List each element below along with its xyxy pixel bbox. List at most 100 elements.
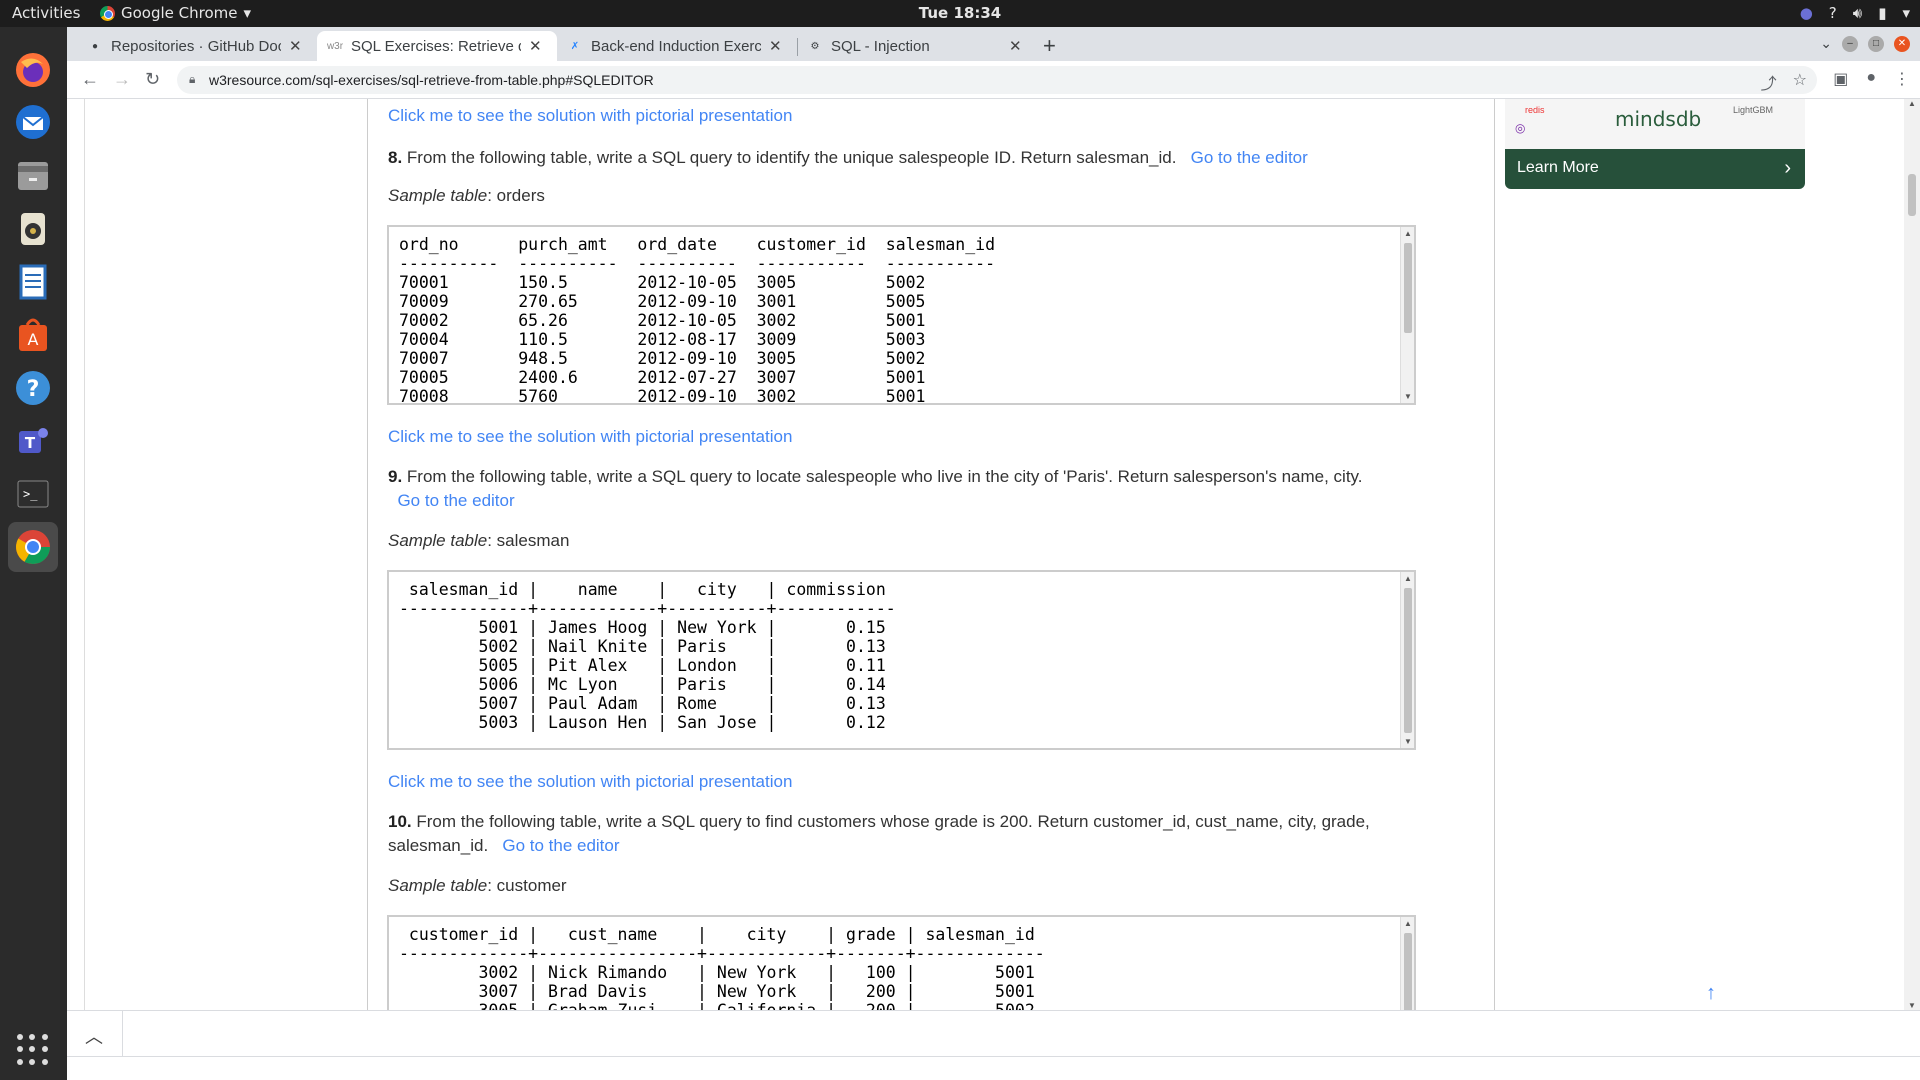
customer-table: customer_id | cust_name | city | grade |… — [399, 925, 1045, 1010]
bottom-divider — [67, 1056, 1920, 1057]
chrome-icon[interactable] — [8, 522, 58, 572]
question-8: 8. From the following table, write a SQL… — [388, 146, 1388, 170]
scroll-up-icon[interactable]: ▲ — [1404, 229, 1412, 238]
question-number: 8. — [388, 148, 403, 167]
new-tab-button[interactable]: + — [1043, 33, 1056, 59]
scroll-thumb[interactable] — [1404, 243, 1412, 333]
tab-sql-exercises[interactable]: w3r SQL Exercises: Retrieve da ✕ — [317, 31, 557, 61]
bottom-separator — [122, 1011, 123, 1056]
writer-icon[interactable] — [8, 257, 58, 307]
profile-avatar-icon[interactable]: ● — [1866, 69, 1876, 89]
volume-icon[interactable]: 🔊︎ — [1853, 4, 1862, 22]
close-window-button[interactable]: ✕ — [1894, 35, 1910, 52]
close-tab-icon[interactable]: ✕ — [1009, 37, 1022, 55]
code-scrollbar[interactable]: ▲ ▼ — [1400, 572, 1414, 748]
sample-label-orders: Sample table: orders — [388, 186, 545, 206]
svg-text:A: A — [28, 330, 39, 349]
help-icon[interactable]: ? — [1829, 4, 1837, 22]
forward-icon[interactable]: → — [113, 69, 131, 90]
close-tab-icon[interactable]: ✕ — [289, 37, 302, 55]
back-to-top-arrow-icon[interactable]: ↑ — [1706, 982, 1716, 1005]
page-viewport: Click me to see the solution with pictor… — [67, 99, 1920, 1010]
tab-github[interactable]: ● Repositories · GitHub Doc ✕ — [77, 31, 317, 61]
scroll-up-icon[interactable]: ▲ — [1908, 99, 1916, 108]
address-bar[interactable]: 🔒︎ w3resource.com/sql-exercises/sql-retr… — [177, 66, 1817, 94]
close-tab-icon[interactable]: ✕ — [529, 37, 542, 55]
teams-icon[interactable]: T — [8, 416, 58, 466]
tab-title: SQL - Injection — [831, 37, 930, 55]
reload-icon[interactable]: ↻ — [145, 69, 160, 90]
clock[interactable]: Tue 18:34 — [919, 4, 1001, 22]
software-center-icon[interactable]: A — [8, 310, 58, 360]
sample-label-customer: Sample table: customer — [388, 876, 567, 896]
scroll-up-icon[interactable]: ▲ — [1404, 919, 1412, 928]
solution-link-7[interactable]: Click me to see the solution with pictor… — [388, 106, 792, 126]
sidebar-ad[interactable]: redis ◎ mindsdb LightGBM Learn More › — [1505, 99, 1805, 189]
scroll-down-icon[interactable]: ▼ — [1404, 392, 1412, 401]
back-icon[interactable]: ← — [81, 69, 99, 90]
solution-link-8[interactable]: Click me to see the solution with pictor… — [388, 427, 792, 447]
chevron-up-icon[interactable]: ︿ — [85, 1023, 103, 1049]
ad-partner-logo: LightGBM — [1733, 105, 1774, 115]
lock-icon[interactable]: 🔒︎ — [189, 72, 195, 87]
menu-kebab-icon[interactable]: ⋮ — [1894, 69, 1910, 89]
tab-title: SQL Exercises: Retrieve da — [351, 37, 521, 55]
learn-more-label: Learn More — [1517, 159, 1599, 176]
firefox-icon[interactable] — [8, 45, 58, 95]
code-scrollbar[interactable]: ▲ — [1400, 917, 1414, 1010]
confluence-icon: ✗ — [570, 40, 580, 52]
tab-sql-injection[interactable]: ⚙ SQL - Injection ✕ — [797, 31, 1037, 61]
redis-logo-icon: redis — [1525, 105, 1545, 115]
sample-label-salesman: Sample table: salesman — [388, 531, 569, 551]
scroll-thumb[interactable] — [1404, 588, 1412, 733]
tab-title: Repositories · GitHub Doc — [111, 37, 281, 55]
question-text: From the following table, write a SQL qu… — [406, 467, 1363, 486]
system-tray[interactable]: ● ? 🔊︎ ▮ ▾ — [1800, 4, 1910, 22]
page-scrollbar[interactable]: ▲ ▼ — [1904, 99, 1920, 1010]
code-scrollbar[interactable]: ▲ ▼ — [1400, 227, 1414, 403]
scroll-thumb[interactable] — [1404, 933, 1412, 1010]
show-applications-icon[interactable] — [17, 1034, 49, 1066]
app-menu[interactable]: Google Chrome ▾ — [100, 4, 251, 22]
customer-table-box: customer_id | cust_name | city | grade |… — [387, 915, 1416, 1010]
editor-link-9[interactable]: Go to the editor — [397, 491, 514, 510]
help-icon[interactable]: ? — [8, 363, 58, 413]
terminal-icon[interactable]: >_ — [8, 469, 58, 519]
rhythmbox-icon[interactable] — [8, 204, 58, 254]
tab-backend-induction[interactable]: ✗ Back-end Induction Exerc ✕ — [557, 31, 797, 61]
svg-text:?: ? — [27, 377, 40, 402]
question-text: From the following table, write a SQL qu… — [406, 148, 1177, 167]
sample-name: : salesman — [487, 531, 570, 550]
page-scroll-thumb[interactable] — [1908, 174, 1916, 216]
scroll-down-icon[interactable]: ▼ — [1404, 737, 1412, 746]
side-panel-icon[interactable]: ▣ — [1833, 69, 1848, 89]
share-icon[interactable]: ⤴ — [1761, 70, 1777, 94]
teams-tray-icon[interactable]: ● — [1800, 4, 1813, 22]
orders-table: ord_no purch_amt ord_date customer_id sa… — [399, 235, 996, 405]
close-tab-icon[interactable]: ✕ — [769, 37, 782, 55]
sample-name: : orders — [487, 186, 545, 205]
maximize-button[interactable]: □ — [1868, 35, 1884, 52]
question-9: 9. From the following table, write a SQL… — [388, 465, 1398, 513]
battery-icon[interactable]: ▮ — [1878, 4, 1886, 22]
scroll-down-icon[interactable]: ▼ — [1908, 1001, 1916, 1010]
chevron-down-icon[interactable]: ▾ — [1902, 4, 1910, 22]
ad-image: redis ◎ mindsdb LightGBM — [1505, 99, 1805, 149]
activities-button[interactable]: Activities — [12, 4, 80, 22]
tab-search-icon[interactable]: ⌄ — [1820, 35, 1832, 52]
scroll-up-icon[interactable]: ▲ — [1404, 574, 1412, 583]
editor-link-8[interactable]: Go to the editor — [1191, 148, 1308, 167]
solution-link-9[interactable]: Click me to see the solution with pictor… — [388, 772, 792, 792]
bookmark-star-icon[interactable]: ☆ — [1793, 70, 1807, 94]
minimize-button[interactable]: – — [1842, 35, 1858, 52]
main-content: Click me to see the solution with pictor… — [367, 99, 1716, 1010]
editor-link-10[interactable]: Go to the editor — [502, 836, 619, 855]
url-text[interactable]: w3resource.com/sql-exercises/sql-retriev… — [209, 72, 654, 88]
app-name: Google Chrome — [121, 4, 238, 22]
thunderbird-icon[interactable] — [8, 97, 58, 147]
learn-more-button[interactable]: Learn More › — [1505, 149, 1805, 189]
files-icon[interactable] — [8, 151, 58, 201]
system-top-bar: Activities Google Chrome ▾ Tue 18:34 ● ?… — [0, 0, 1920, 27]
chevron-right-icon: › — [1784, 157, 1791, 179]
salesman-table: salesman_id | name | city | commission -… — [399, 580, 896, 732]
